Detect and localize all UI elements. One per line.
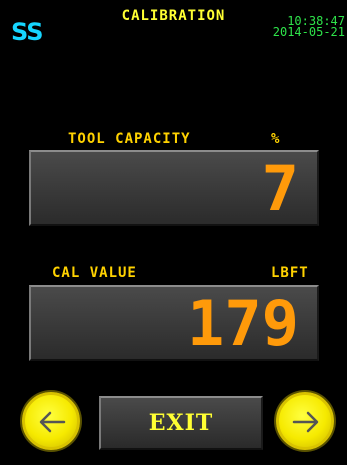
tool-capacity-value: 7	[261, 152, 299, 225]
cal-value-unit: LBFT	[271, 265, 309, 281]
cal-value-label: CAL VALUE	[52, 265, 137, 281]
previous-button[interactable]	[22, 392, 80, 450]
arrow-right-icon	[292, 411, 319, 433]
cal-value-field[interactable]: 179	[29, 285, 319, 361]
cal-value-value: 179	[187, 287, 299, 360]
tool-capacity-unit: %	[271, 131, 281, 147]
clock: 10:38:47 2014-05-21	[272, 15, 345, 39]
next-button[interactable]	[276, 392, 334, 450]
tool-capacity-field[interactable]: 7	[29, 150, 319, 226]
exit-button[interactable]: EXIT	[99, 396, 263, 450]
tool-capacity-label: TOOL CAPACITY	[68, 131, 191, 147]
clock-date: 2014-05-21	[272, 25, 345, 39]
arrow-left-icon	[39, 411, 66, 433]
